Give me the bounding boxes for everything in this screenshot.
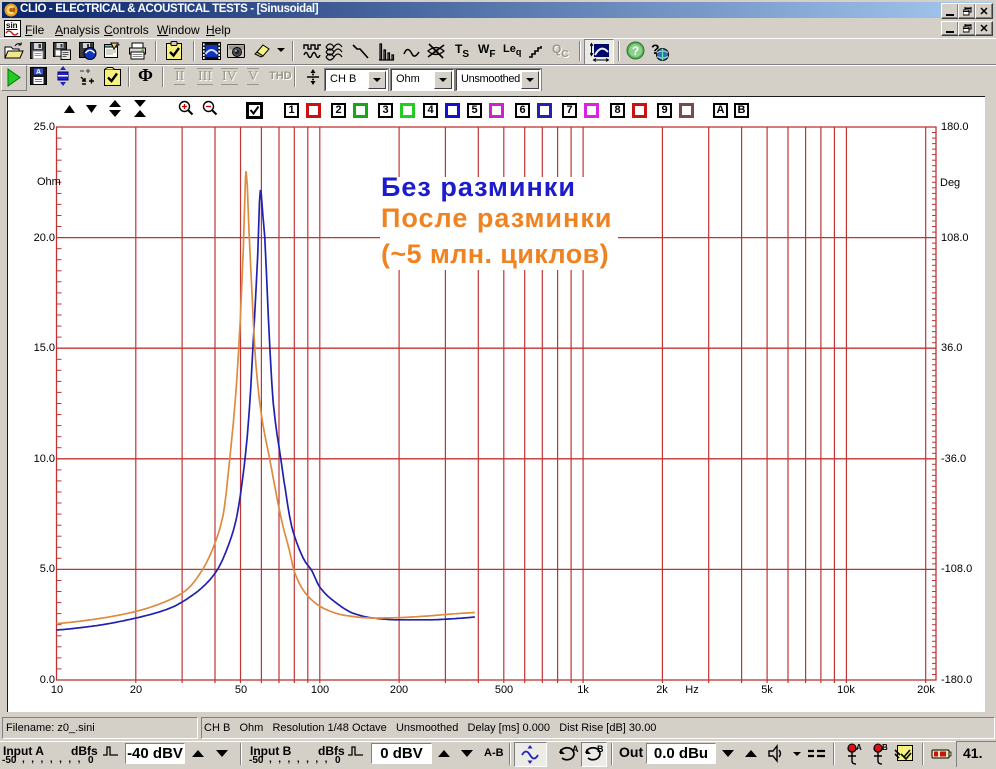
svg-text:A: A (572, 744, 579, 754)
svg-text:B: B (597, 744, 604, 754)
svg-text:B: B (882, 743, 888, 752)
svg-text:A: A (856, 743, 862, 752)
